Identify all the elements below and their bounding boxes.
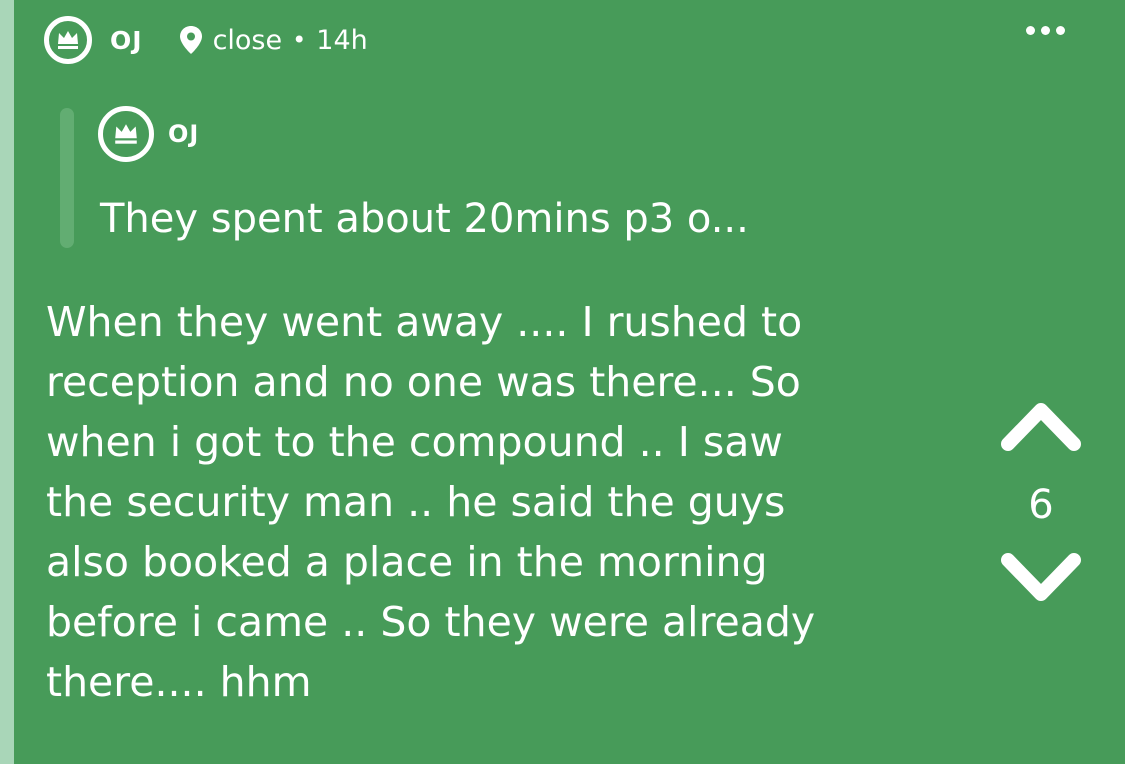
thread-indicator-strip: [0, 0, 14, 764]
post-time: 14h: [316, 24, 368, 56]
more-options-button[interactable]: [1026, 26, 1065, 35]
quote-bar: [60, 108, 74, 248]
author-badge[interactable]: [44, 16, 92, 64]
crown-icon: [58, 31, 78, 49]
vote-count: 6: [1028, 482, 1054, 528]
quoted-author-badge: [98, 106, 154, 162]
location-label: close: [212, 24, 283, 56]
post-line: reception and no one was there... So: [46, 358, 801, 406]
post-header: OJ close • 14h: [44, 12, 368, 68]
location-group: close • 14h: [179, 25, 368, 56]
vote-control: 6: [1000, 398, 1082, 610]
location-pin-icon: [179, 26, 202, 54]
post-line: When they went away .... I rushed to: [46, 298, 803, 346]
author-username[interactable]: OJ: [110, 26, 143, 55]
more-horizontal-icon: [1026, 26, 1035, 35]
upvote-button[interactable]: [1000, 398, 1082, 454]
downvote-button[interactable]: [1000, 550, 1082, 606]
chevron-down-icon: [1001, 553, 1081, 601]
post-line: there.... hhm: [46, 658, 312, 706]
post-body: When they went away .... I rushed to rec…: [46, 292, 946, 712]
post-line: when i got to the compound .. I saw: [46, 418, 783, 466]
quoted-post-header[interactable]: OJ: [98, 106, 199, 162]
separator-dot: •: [292, 26, 307, 54]
post-line: the security man .. he said the guys: [46, 478, 786, 526]
quoted-post-text[interactable]: They spent about 20mins p3 o...: [100, 196, 749, 242]
quoted-author-username: OJ: [168, 120, 200, 148]
crown-icon: [115, 124, 137, 144]
post-line: also booked a place in the morning: [46, 538, 768, 586]
post-line: before i came .. So they were already: [46, 598, 816, 646]
chevron-up-icon: [1001, 403, 1081, 451]
